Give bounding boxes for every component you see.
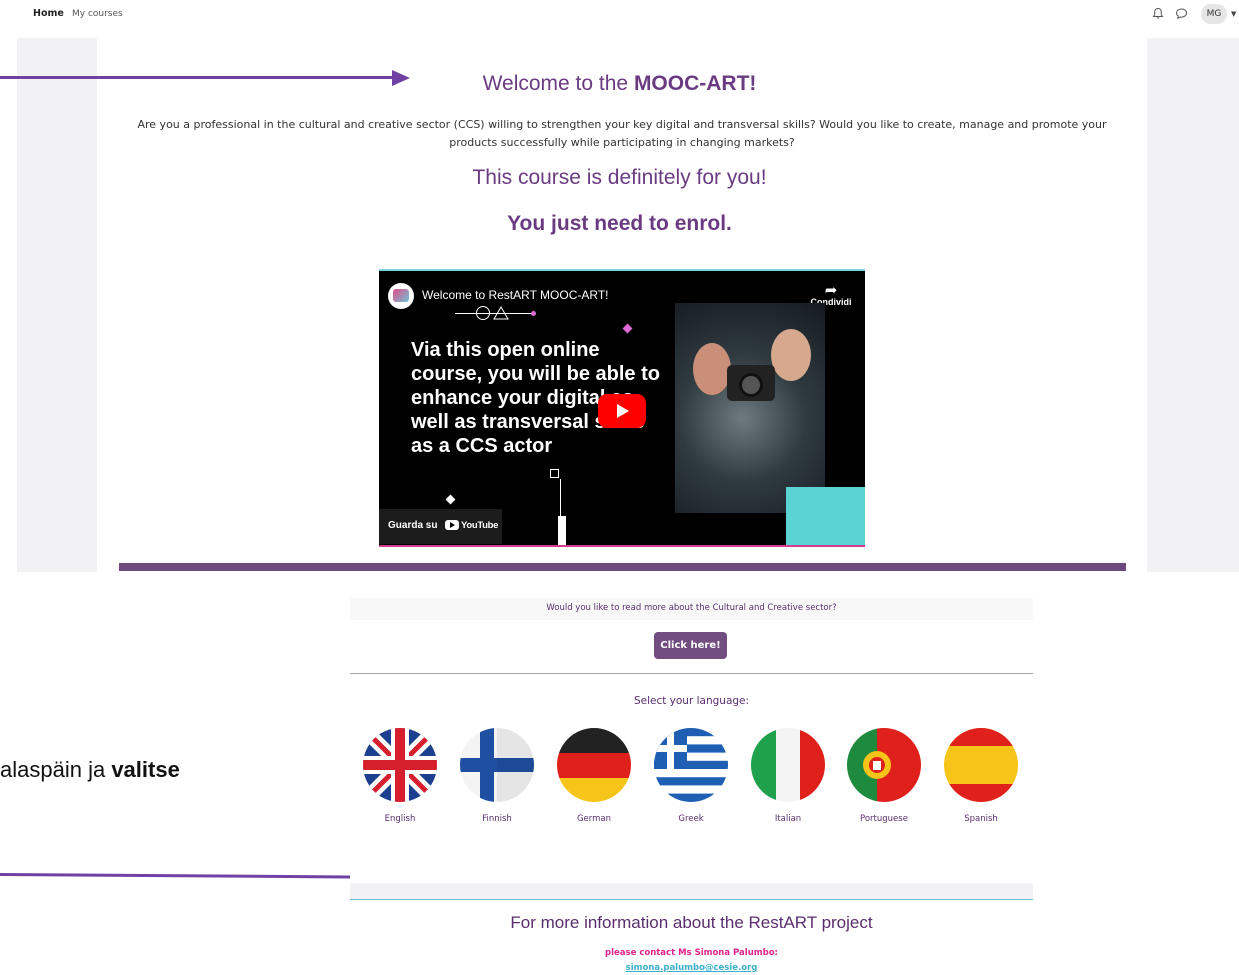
portuguese-flag-icon[interactable] [847,728,921,802]
decorative-triangle-icon [493,306,509,320]
language-name[interactable]: Portuguese [839,814,929,824]
more-info-heading: For more information about the RestART p… [510,913,873,932]
enrol-heading: You just need to enrol. [507,212,732,235]
top-navbar: Home My courses MG ▼ [0,0,1239,28]
decorative-square-icon [550,469,559,478]
language-name[interactable]: Italian [743,814,833,824]
footer-divider [350,899,1033,900]
decorative-dot [531,311,536,316]
welcome-course-name: MOOC-ART! [633,72,757,95]
section-divider-bar [119,563,1126,571]
play-button-icon[interactable] [598,394,646,428]
decorative-circle-icon [476,306,490,320]
contact-text: please contact Ms Simona Palumbo: [605,948,778,958]
watch-on-youtube-button[interactable]: Guarda su YouTube [379,509,502,544]
divider [350,673,1033,674]
german-flag-icon[interactable] [557,728,631,802]
ccs-question: Would you like to read more about the Cu… [546,603,837,613]
welcome-heading: Welcome to the MOOC-ART! [0,72,1239,96]
youtube-video-embed[interactable]: Welcome to RestART MOOC-ART! ➦ Condividi… [379,269,865,547]
decorative-bar [558,516,566,545]
share-arrow-icon: ➦ [824,281,838,299]
decorative-teal-block [786,487,865,545]
chevron-down-icon[interactable]: ▼ [1231,10,1236,18]
video-title[interactable]: Welcome to RestART MOOC-ART! [422,288,609,302]
select-language-label: Select your language: [633,695,750,707]
instruction-bold-text: valitse [111,757,180,782]
video-thumbnail-photo [675,303,825,513]
instruction-annotation-text: alaspäin ja valitse [0,757,180,783]
user-avatar[interactable]: MG [1201,4,1227,24]
contact-email-link[interactable]: simona.palumbo@cesie.org [350,963,1033,973]
instruction-text: alaspäin ja [0,757,112,782]
youtube-wordmark: YouTube [461,520,499,531]
youtube-logo-icon [445,520,459,530]
intro-paragraph: Are you a professional in the cultural a… [137,118,1107,149]
decorative-diamond-icon [622,323,633,334]
nav-my-courses-link[interactable]: My courses [72,9,123,19]
notifications-bell-icon[interactable] [1152,7,1164,20]
footer-band [350,883,1033,899]
language-name[interactable]: Greek [646,814,736,824]
definitely-heading: This course is definitely for you! [472,166,767,189]
language-name[interactable]: German [549,814,639,824]
watch-on-label: Guarda su [388,520,438,531]
annotation-arrow-line [0,873,351,879]
decorative-diamond-icon [445,494,456,505]
finnish-flag-icon[interactable] [460,728,534,802]
greek-flag-icon[interactable] [654,728,728,802]
english-flag-icon[interactable] [363,728,437,802]
nav-home-link[interactable]: Home [33,8,64,19]
language-name[interactable]: Finnish [452,814,542,824]
channel-logo-icon[interactable] [388,283,414,309]
italian-flag-icon[interactable] [751,728,825,802]
language-name[interactable]: Spanish [936,814,1026,824]
language-name[interactable]: English [355,814,445,824]
messages-chat-icon[interactable] [1175,7,1188,20]
spanish-flag-icon[interactable] [944,728,1018,802]
click-here-button[interactable]: Click here! [654,632,727,659]
welcome-prefix: Welcome to the [482,72,634,95]
